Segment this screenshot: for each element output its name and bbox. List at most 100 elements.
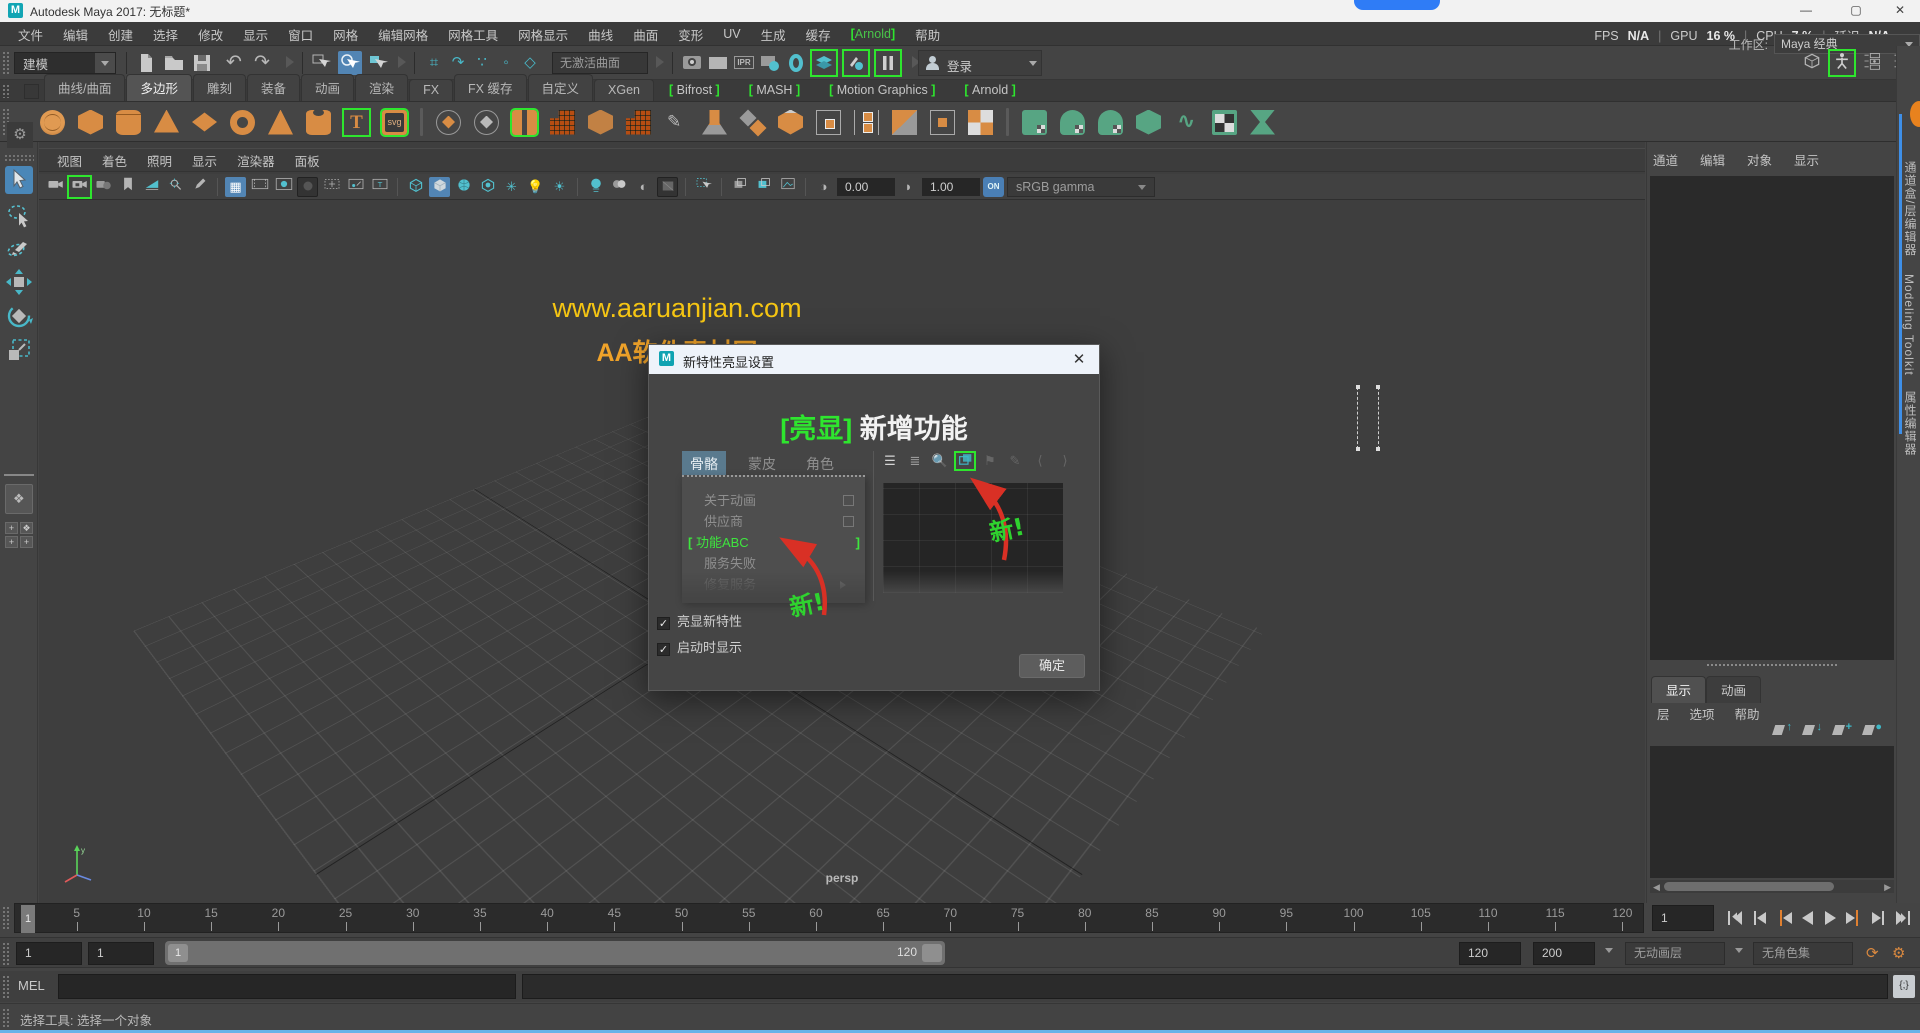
anim-end-field[interactable]: 200	[1533, 942, 1595, 965]
shelf-icons[interactable]: T	[40, 106, 1275, 138]
layout-persp-outliner-button[interactable]: ❖	[20, 522, 33, 534]
shaded-icon[interactable]	[429, 177, 450, 197]
wireframe-icon[interactable]	[405, 177, 426, 197]
menu-帮助[interactable]: 帮助	[1735, 704, 1760, 723]
menu-着色[interactable]: 着色	[102, 151, 127, 170]
exposure-icon[interactable]: ◑	[813, 177, 834, 197]
menu-面板[interactable]: 面板	[295, 151, 320, 170]
live-surface-field[interactable]: 无激活曲面	[552, 52, 648, 74]
exposure-texture-icon[interactable]	[657, 177, 678, 197]
pause-viewport-icon[interactable]	[876, 51, 900, 75]
use-all-lights-icon[interactable]	[477, 177, 498, 197]
step-forward-frame-button[interactable]	[1868, 907, 1890, 929]
command-output[interactable]	[522, 974, 1888, 999]
menu-曲线[interactable]: 曲线	[578, 25, 623, 44]
shelf-menu-button[interactable]	[24, 84, 39, 99]
tab-动画[interactable]: 动画	[1706, 676, 1761, 703]
outliner-toggle-icon[interactable]	[1800, 51, 1824, 75]
isolate-select-icon[interactable]	[693, 177, 714, 197]
script-editor-button[interactable]: {;}	[1893, 975, 1915, 998]
anim-start-field[interactable]: 1	[16, 942, 82, 965]
select-component-icon[interactable]	[366, 51, 390, 75]
tab-Bifrost[interactable]: [ Bifrost ]	[655, 79, 734, 101]
tab-渲染[interactable]: 渲染	[355, 74, 408, 101]
menu-创建[interactable]: 创建	[98, 25, 143, 44]
poly-cube-icon[interactable]	[78, 110, 103, 135]
snap-grid-icon[interactable]: ⌗	[422, 51, 446, 75]
menu-编辑网格[interactable]: 编辑网格	[368, 25, 438, 44]
textured-icon[interactable]	[453, 177, 474, 197]
paint-select-tool[interactable]	[5, 234, 33, 262]
minimize-button[interactable]: —	[1786, 0, 1826, 22]
tab-FX[interactable]: FX	[409, 79, 453, 101]
layer-overrides-icon[interactable]	[753, 177, 774, 197]
2d-pan-zoom-icon[interactable]	[165, 177, 186, 197]
menu-照明[interactable]: 照明	[147, 151, 172, 170]
foamy-sculpt-icon[interactable]	[1250, 110, 1275, 135]
auto-keyframe-icon[interactable]: ⟳	[1866, 944, 1879, 962]
select-object-icon[interactable]	[338, 51, 362, 75]
poly-torus-icon[interactable]	[230, 110, 255, 135]
camera-attributes-icon[interactable]	[93, 177, 114, 197]
safe-title-icon[interactable]: T	[369, 177, 390, 197]
safe-action-icon[interactable]	[345, 177, 366, 197]
maximize-button[interactable]: ▢	[1836, 0, 1876, 22]
screen-space-ao-icon[interactable]: 💡	[525, 177, 546, 197]
crease-tool-icon[interactable]	[664, 110, 689, 135]
step-back-key-button[interactable]	[1772, 907, 1794, 929]
ipr-render-icon[interactable]: IPR	[732, 51, 756, 75]
menu-选择[interactable]: 选择	[143, 25, 188, 44]
snap-curve-icon[interactable]: ↷	[446, 51, 470, 75]
lasso-tool[interactable]	[5, 200, 33, 228]
menu-层[interactable]: 层	[1657, 704, 1670, 723]
range-end-handle[interactable]	[922, 944, 942, 962]
gear-icon[interactable]: ⚙	[7, 122, 33, 148]
play-forwards-button[interactable]	[1820, 907, 1842, 929]
render-view-icon[interactable]	[680, 51, 704, 75]
command-input[interactable]	[58, 974, 516, 999]
save-scene-icon[interactable]	[190, 51, 214, 75]
tab-FX 缓存[interactable]: FX 缓存	[454, 74, 526, 101]
edit-edge-flow-icon[interactable]	[816, 110, 841, 135]
open-scene-icon[interactable]	[162, 51, 186, 75]
render-current-frame-icon[interactable]	[706, 51, 730, 75]
move-tool[interactable]	[5, 268, 33, 296]
color-management-toggle[interactable]: ON	[983, 177, 1004, 197]
bevel-icon[interactable]	[778, 110, 803, 135]
poly-pipe-icon[interactable]	[306, 110, 331, 135]
menu-修改[interactable]: 修改	[188, 25, 233, 44]
contrast-icon[interactable]: ◗	[898, 177, 919, 197]
tab-XGen[interactable]: XGen	[594, 79, 654, 101]
poly-reduce-icon[interactable]	[626, 110, 651, 135]
play-backwards-button[interactable]	[1796, 907, 1818, 929]
menu-Arnold[interactable]: [Arnold]	[841, 27, 905, 41]
undo-icon[interactable]: ↶	[222, 51, 246, 75]
image-plane-icon[interactable]	[141, 177, 162, 197]
sidebar-tab-modeling-toolkit[interactable]: Modeling Toolkit	[1902, 274, 1916, 376]
gamma-field[interactable]: 1.00	[922, 178, 980, 196]
menu-编辑[interactable]: 编辑	[1700, 150, 1725, 169]
menu-对象[interactable]: 对象	[1747, 150, 1772, 169]
snap-point-icon[interactable]: ∵	[470, 51, 494, 75]
new-scene-icon[interactable]	[134, 51, 158, 75]
smooth-sculpt-icon[interactable]	[1060, 110, 1085, 135]
new-empty-layer-icon[interactable]: +	[1832, 722, 1852, 738]
poly-union-icon[interactable]	[512, 110, 537, 135]
multi-cut-icon[interactable]	[930, 110, 955, 135]
snap-view-plane-icon[interactable]: ◇	[518, 51, 542, 75]
layer-editor-menu[interactable]: 层选项帮助	[1657, 704, 1760, 723]
hypershade-settings-icon[interactable]	[844, 51, 868, 75]
time-slider[interactable]: 1 51015202530354045505560657075808590951…	[14, 903, 1644, 933]
tab-雕刻[interactable]: 雕刻	[193, 74, 246, 101]
poly-plane-icon[interactable]	[192, 110, 217, 135]
character-controls-icon[interactable]	[1830, 51, 1854, 75]
boolean-icon[interactable]	[474, 110, 499, 135]
ok-button[interactable]: 确定	[1019, 654, 1085, 678]
xray-active-icon[interactable]: ◐	[633, 177, 654, 197]
new-layer-selected-icon[interactable]: ●	[1862, 722, 1882, 738]
menu-显示[interactable]: 显示	[1794, 150, 1819, 169]
tab-Motion Graphics[interactable]: [ Motion Graphics ]	[815, 79, 949, 101]
sidebar-tab-attribute-editor[interactable]: 属性编辑器	[1902, 391, 1919, 456]
menu-网格显示[interactable]: 网格显示	[508, 25, 578, 44]
current-frame-marker[interactable]: 1	[21, 905, 35, 933]
